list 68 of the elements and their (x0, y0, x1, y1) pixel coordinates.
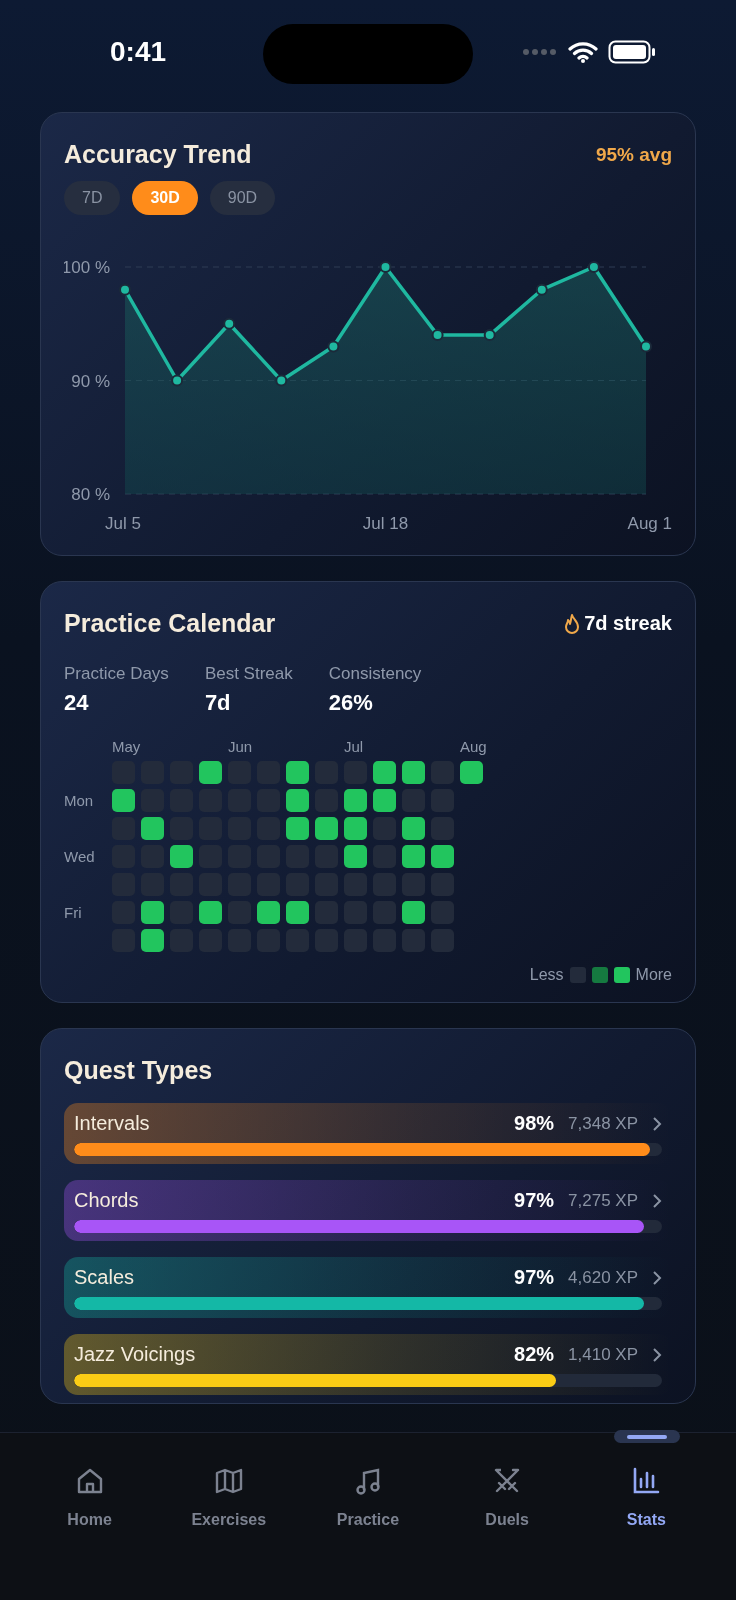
quest-percent: 82% (514, 1343, 555, 1366)
quest-xp: 1,410 XP (568, 1344, 638, 1365)
quest-percent: 97% (514, 1189, 555, 1212)
scroll-handle[interactable] (614, 1430, 680, 1443)
axis-label: Jul 5 (105, 514, 141, 533)
tab-item[interactable]: Duels (452, 1455, 563, 1530)
stat-label: Best Streak (204, 664, 293, 684)
month-label: Aug (460, 738, 487, 755)
day-label: Fri (64, 904, 83, 921)
data-point (587, 261, 600, 273)
day-label: Wed (64, 848, 96, 865)
legend-swatch (591, 967, 608, 983)
quest-xp: 7,275 XP (568, 1190, 638, 1211)
quest-name: Scales (74, 1266, 136, 1289)
status-time: 0:41 (110, 36, 167, 68)
data-point (171, 374, 184, 387)
quest-name: Intervals (74, 1112, 151, 1135)
quest-name: Jazz Voicings (74, 1343, 197, 1366)
stat-label: Practice Days (64, 664, 169, 684)
legend-label: Less (529, 966, 564, 984)
tab-item[interactable]: Stats (591, 1455, 702, 1530)
month-label: May (112, 738, 141, 755)
stat-value: 24 (64, 690, 90, 716)
stat-value: 26% (328, 690, 374, 716)
range-tab[interactable]: 7D (64, 181, 121, 215)
quest-xp: 4,620 XP (568, 1267, 638, 1288)
data-point (379, 261, 392, 273)
quest-percent: 97% (514, 1266, 555, 1289)
range-tab[interactable]: 90D (209, 181, 276, 215)
legend-swatch (613, 967, 630, 983)
axis-label: 90 % (71, 371, 110, 391)
data-point (483, 329, 496, 342)
data-point (431, 329, 444, 342)
quest-xp: 7,348 XP (568, 1113, 638, 1134)
card-title: Quest Types (64, 1056, 214, 1085)
card-title: Accuracy Trend (64, 140, 252, 169)
chevron-icon (652, 1269, 662, 1286)
month-label: Jun (228, 738, 253, 755)
quest-percent: 98% (514, 1112, 555, 1135)
data-point (275, 374, 288, 387)
tab-item[interactable]: Home (34, 1455, 145, 1530)
stat-value: 7d (204, 690, 232, 716)
quest-name: Chords (74, 1189, 140, 1212)
axis-label: Jul 18 (362, 514, 409, 533)
axis-label: 80 % (71, 485, 110, 504)
legend-label: More (635, 966, 672, 984)
tab-item[interactable]: Exercises (173, 1455, 284, 1530)
tab-item[interactable]: Practice (312, 1455, 423, 1530)
battery-icon (608, 40, 656, 64)
flame-icon (563, 612, 582, 635)
day-label: Mon (64, 792, 95, 809)
streak-label: 7d streak (584, 612, 672, 635)
chevron-icon (652, 1346, 662, 1363)
chevron-icon (652, 1192, 662, 1209)
data-point (640, 340, 652, 353)
chevron-icon (652, 1115, 662, 1132)
data-point (327, 340, 340, 353)
axis-label: Aug 1 (627, 514, 672, 533)
wifi-icon (568, 41, 598, 63)
data-point (535, 283, 548, 296)
axis-label: 100 % (64, 258, 110, 277)
stat-label: Consistency (328, 664, 422, 684)
signal-icon (522, 48, 558, 56)
card-title: Practice Calendar (64, 609, 276, 638)
month-label: Jul (344, 738, 364, 755)
data-point (119, 283, 131, 296)
average-label: 95% avg (595, 143, 672, 166)
data-point (223, 317, 236, 330)
